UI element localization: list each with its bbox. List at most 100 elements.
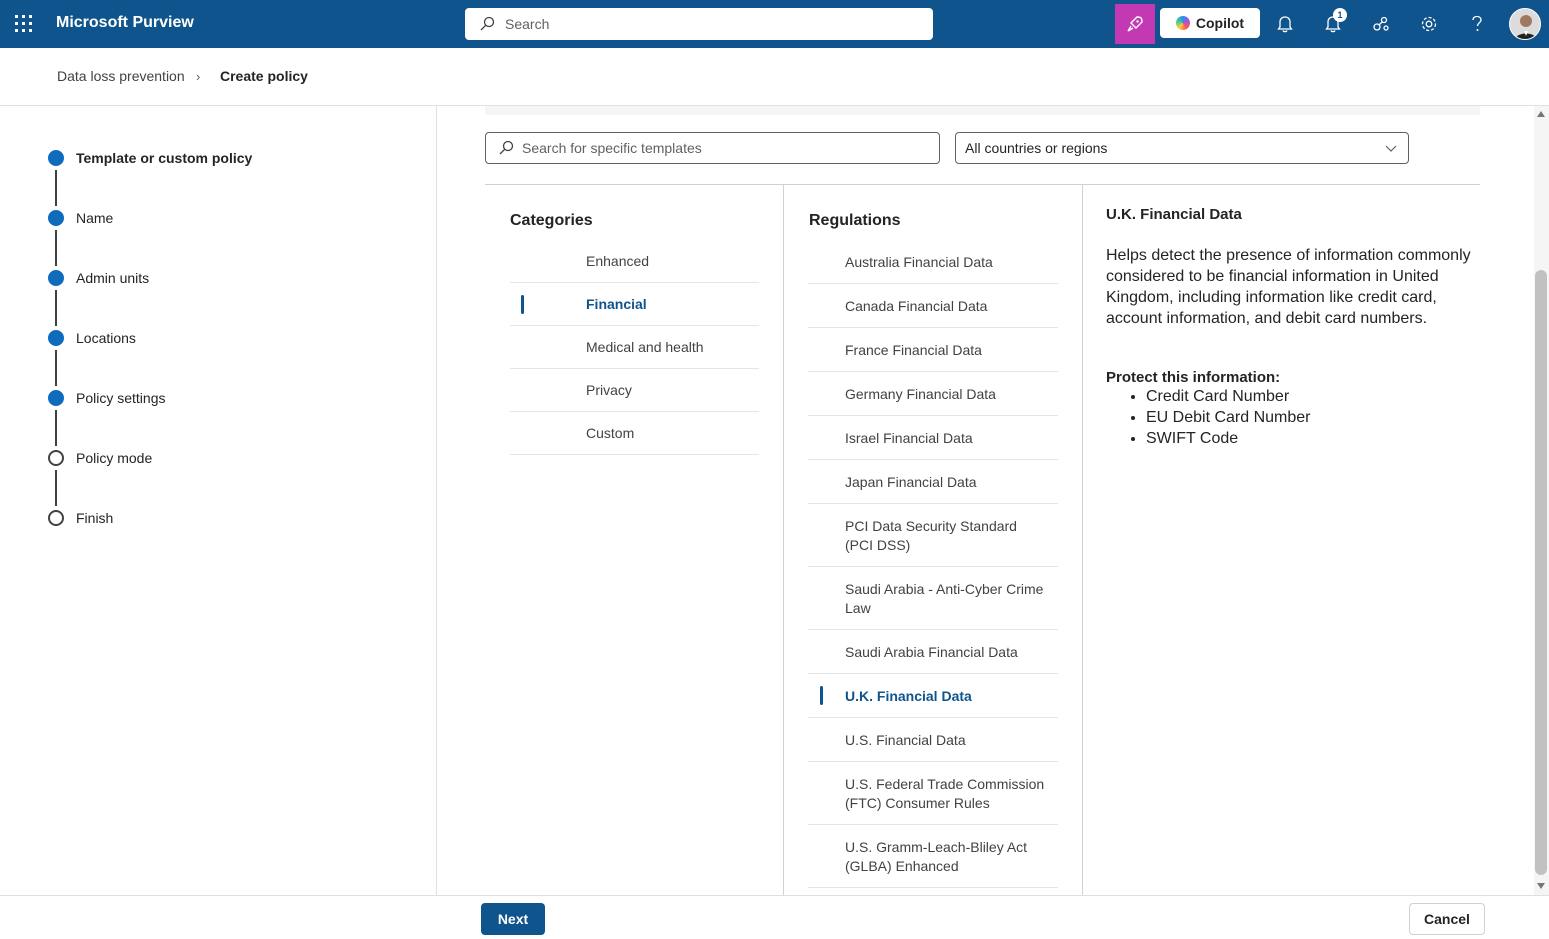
step-name[interactable]: Name	[48, 208, 113, 228]
regulation-item[interactable]: Australia Financial Data	[808, 240, 1058, 284]
gear-icon[interactable]	[1417, 12, 1441, 36]
next-button[interactable]: Next	[481, 903, 545, 935]
step-finish: Finish	[48, 508, 113, 528]
regulation-label: Germany Financial Data	[845, 386, 996, 402]
regulation-item[interactable]: Japan Financial Data	[808, 460, 1058, 504]
category-custom[interactable]: Custom	[510, 412, 759, 455]
regulation-label: Japan Financial Data	[845, 474, 977, 490]
category-label: Financial	[586, 296, 647, 312]
regulations-list: Australia Financial Data Canada Financia…	[808, 240, 1058, 888]
list-item: EU Debit Card Number	[1146, 407, 1486, 428]
step-template-or-custom-policy[interactable]: Template or custom policy	[48, 148, 252, 168]
search-icon	[480, 16, 495, 31]
regulation-label: U.S. Financial Data	[845, 732, 966, 748]
regulation-label: U.S. Federal Trade Commission (FTC) Cons…	[845, 776, 1045, 811]
category-enhanced[interactable]: Enhanced	[510, 240, 759, 283]
rocket-icon	[1127, 16, 1143, 32]
share-network-icon[interactable]	[1369, 12, 1393, 36]
categories-heading: Categories	[510, 212, 593, 229]
wizard-steps: Template or custom policy Name Admin uni…	[0, 106, 437, 895]
step-current-icon	[48, 150, 64, 166]
chevron-right-icon: ›	[196, 69, 201, 84]
step-complete-icon	[48, 330, 64, 346]
region-selected-value: All countries or regions	[965, 140, 1108, 156]
list-item: SWIFT Code	[1146, 428, 1486, 449]
global-search[interactable]: Search	[465, 8, 933, 40]
step-locations[interactable]: Locations	[48, 328, 136, 348]
notifications-icon[interactable]: 1	[1321, 8, 1347, 36]
regulation-label: Australia Financial Data	[845, 254, 993, 270]
regulation-label: PCI Data Security Standard (PCI DSS)	[845, 518, 1017, 553]
category-label: Medical and health	[586, 339, 704, 355]
scroll-down-arrow-icon[interactable]	[1537, 883, 1545, 889]
info-banner-edge	[485, 106, 1480, 115]
avatar[interactable]	[1509, 8, 1541, 40]
regulation-item[interactable]: Israel Financial Data	[808, 416, 1058, 460]
bell-icon[interactable]	[1273, 12, 1297, 36]
step-admin-units[interactable]: Admin units	[48, 268, 149, 288]
step-complete-icon	[48, 210, 64, 226]
regulation-item[interactable]: Germany Financial Data	[808, 372, 1058, 416]
breadcrumb-current: Create policy	[220, 68, 308, 84]
template-search-input[interactable]: Search for specific templates	[485, 132, 940, 164]
region-dropdown[interactable]: All countries or regions	[955, 132, 1409, 164]
step-complete-icon	[48, 390, 64, 406]
scrollbar-thumb[interactable]	[1535, 270, 1547, 875]
step-policy-settings[interactable]: Policy settings	[48, 388, 165, 408]
search-icon	[499, 140, 514, 155]
step-connector	[55, 470, 57, 506]
step-connector	[55, 410, 57, 446]
regulation-label: France Financial Data	[845, 342, 982, 358]
step-label: Admin units	[76, 270, 150, 286]
copilot-label: Copilot	[1195, 15, 1245, 31]
regulation-item[interactable]: Saudi Arabia - Anti-Cyber Crime Law	[808, 567, 1058, 630]
detail-title: U.K. Financial Data	[1106, 206, 1242, 223]
step-connector	[55, 230, 57, 266]
regulations-heading: Regulations	[809, 212, 901, 229]
regulation-item[interactable]: U.S. Federal Trade Commission (FTC) Cons…	[808, 762, 1058, 825]
step-complete-icon	[48, 270, 64, 286]
detail-description: Helps detect the presence of information…	[1106, 247, 1471, 327]
breadcrumb: Data loss prevention › Create policy	[0, 48, 1549, 106]
regulation-item-selected[interactable]: U.K. Financial Data	[808, 674, 1058, 718]
feedback-tile[interactable]	[1115, 4, 1155, 44]
step-label: Template or custom policy	[76, 150, 253, 166]
help-icon[interactable]	[1465, 12, 1489, 36]
cancel-button[interactable]: Cancel	[1409, 903, 1485, 935]
search-placeholder: Search	[505, 16, 550, 32]
list-item: Credit Card Number	[1146, 386, 1486, 407]
copilot-icon	[1175, 16, 1190, 30]
app-launcher-icon[interactable]	[12, 12, 36, 36]
regulation-label: U.K. Financial Data	[845, 688, 972, 704]
regulation-item[interactable]: U.S. Financial Data	[808, 718, 1058, 762]
breadcrumb-parent-link[interactable]: Data loss prevention	[57, 68, 185, 84]
step-label: Policy mode	[76, 450, 153, 466]
regulation-item[interactable]: Saudi Arabia Financial Data	[808, 630, 1058, 674]
template-detail-pane: U.K. Financial Data Helps detect the pre…	[1106, 206, 1486, 449]
divider	[485, 184, 1480, 185]
wizard-footer: Next Cancel	[0, 895, 1549, 939]
category-medical-and-health[interactable]: Medical and health	[510, 326, 759, 369]
categories-list: Enhanced Financial Medical and health Pr…	[510, 240, 759, 455]
regulation-label: Israel Financial Data	[845, 430, 973, 446]
notification-badge: 1	[1333, 8, 1347, 22]
app-name[interactable]: Microsoft Purview	[56, 14, 194, 32]
regulation-item[interactable]: PCI Data Security Standard (PCI DSS)	[808, 504, 1058, 567]
protect-heading: Protect this information:	[1106, 369, 1281, 386]
category-privacy[interactable]: Privacy	[510, 369, 759, 412]
copilot-button[interactable]: Copilot	[1160, 8, 1260, 38]
protected-info-list: Credit Card Number EU Debit Card Number …	[1146, 386, 1486, 449]
column-divider	[1082, 185, 1083, 895]
chevron-down-icon	[1385, 145, 1397, 152]
category-label: Enhanced	[586, 253, 650, 269]
category-financial[interactable]: Financial	[510, 283, 759, 326]
step-label: Name	[76, 210, 114, 226]
regulation-item[interactable]: France Financial Data	[808, 328, 1058, 372]
regulation-label: Canada Financial Data	[845, 298, 988, 314]
regulation-item[interactable]: U.S. Gramm-Leach-Bliley Act (GLBA) Enhan…	[808, 825, 1058, 888]
scroll-up-arrow-icon[interactable]	[1537, 111, 1545, 117]
regulation-item[interactable]: Canada Financial Data	[808, 284, 1058, 328]
regulation-label: Saudi Arabia - Anti-Cyber Crime Law	[845, 581, 1044, 616]
template-search-placeholder: Search for specific templates	[522, 140, 702, 156]
selected-indicator	[820, 686, 823, 705]
